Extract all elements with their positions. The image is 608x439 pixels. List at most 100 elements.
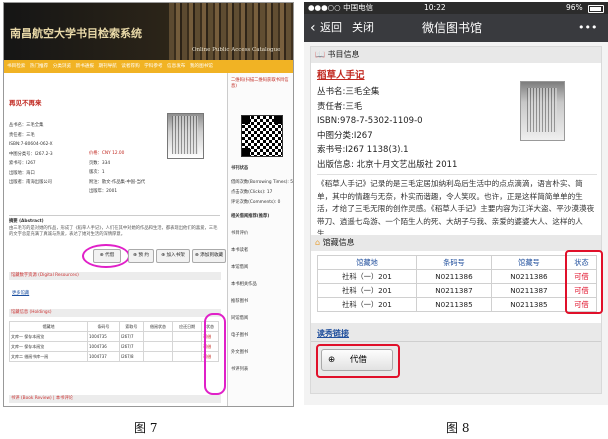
field-callno: 索书号:I267 1138(3).1 — [317, 145, 409, 155]
nav-item[interactable]: 书目检索 — [7, 64, 25, 69]
review-section-header: 书评 (Book Review) | 本书评论 — [9, 395, 221, 403]
opac-subtitle: Online Public Access Catalogue — [192, 47, 281, 53]
library-title: 南昌航空大学书目检索系统 — [10, 27, 142, 40]
meta-field: 附注：散文-作品集-中国-当代 — [89, 179, 146, 185]
meta-field: 出版年：2001 — [89, 189, 118, 194]
carrier-label: ●●●○○ 中国电信 — [308, 3, 374, 12]
close-button[interactable]: 关闭 — [352, 14, 374, 42]
duxiu-link[interactable]: 读秀链接 — [317, 328, 349, 339]
more-holdings-link[interactable]: 更多馆藏 — [12, 290, 29, 296]
figure-caption-left: 图 7 — [134, 421, 158, 435]
sidebar-link[interactable]: 书评列表 — [231, 366, 248, 372]
sidebar-link[interactable]: 本馆借阅 — [231, 264, 248, 270]
nav-item[interactable]: 新书通报 — [76, 64, 94, 69]
book-cover-image — [520, 81, 565, 141]
meta-left: 丛书名：三毛全集 责任者：三毛 ISBN:7-80604-062-X 中图分类号… — [9, 121, 53, 188]
add-favorite-button[interactable]: ⊕ 添加到收藏 — [192, 249, 226, 263]
table-row: 社科（一）201 N0211386 N0211386 可借 — [317, 269, 598, 284]
field-class: 中图分类:I267 — [317, 130, 373, 141]
meta-field: 丛书名：三毛全集 — [9, 123, 44, 128]
table-row: 文库二 借阅书库一阅 1004737 I267/8 可借 — [9, 351, 219, 362]
meta-right: 价格：CNY 12.00 页数：334 版次：1 附注：散文-作品集-中国-当代… — [89, 149, 145, 197]
sidebar-item: 借阅次数(Borrowing Times): 5 — [231, 180, 293, 185]
sidebar-link[interactable]: 本书相关作品 — [231, 281, 257, 287]
meta-field: 索书号：I267 — [9, 161, 36, 166]
table-header-row: 馆藏地 条码号 索取号 借阅状态 应还日期 状态 — [9, 321, 219, 332]
meta-field: 出版地：海口 — [9, 170, 35, 176]
sidebar-link[interactable]: 书目评价 — [231, 230, 248, 236]
meta-field: 中图分类号：I267.2-3 — [9, 151, 53, 157]
holdings-table: 馆藏地 条码号 索取号 借阅状态 应还日期 状态 文库一 保存本阅览 100473… — [9, 321, 219, 362]
field-isbn: ISBN:978-7-5302-1109-0 — [317, 116, 423, 126]
sidebar-link[interactable]: 本书读者 — [231, 247, 248, 253]
page-title: 微信图书馆 — [422, 21, 483, 35]
field-author: 责任者:三毛 — [317, 101, 363, 112]
abstract-label: 摘要 (Abstract) — [9, 219, 44, 224]
meta-field: 出版者：南海出版公司 — [9, 180, 52, 185]
back-button[interactable]: 返回 — [320, 14, 342, 42]
back-chevron-icon[interactable]: ‹ — [310, 14, 316, 42]
abstract-text: 由三毛写的是对她的作品，形成了《稻草人手记》，人们在其中对她的作品和生活，都表现… — [9, 226, 218, 237]
field-publisher: 出版信息: 北京十月文艺出版社 2011 — [317, 159, 458, 170]
library-banner: 南昌航空大学书目检索系统 Online Public Access Catalo… — [4, 3, 293, 60]
book-title[interactable]: 稻草人手记 — [317, 67, 365, 81]
meta-field: 页数：334 — [89, 160, 111, 166]
field-series: 丛书名:三毛全集 — [317, 87, 380, 97]
table-row: 文库一 保存本阅览 1004736 I267/7 可借 — [9, 341, 219, 352]
holdings-table: 馆藏地 条码号 馆藏号 状态 社科（一）201 N0211386 N0211386 可… — [317, 255, 598, 312]
sidebar-heading: 书刊状态 — [231, 166, 249, 171]
sidebar-item: 点击次数(Clicks): 17 — [231, 190, 273, 195]
holdings-section-header: 馆藏信息 (Holdings) — [9, 309, 221, 317]
summary-text: 《稻草人手记》记录的是三毛定居加纳利岛后生活中的点点滴滴，语言朴实、简单，其中的… — [317, 179, 595, 238]
info-section-header: 📖 书目信息 — [311, 47, 601, 63]
nav-item[interactable]: 读者荐购 — [121, 64, 139, 69]
opac-screenshot: 南昌航空大学书目检索系统 Online Public Access Catalo… — [3, 2, 294, 407]
nav-item[interactable]: 分类浏览 — [53, 64, 71, 69]
right-sidebar: 二维码(扫描二维码获取书目信息) 书刊状态 借阅次数(Borrowing Tim… — [227, 73, 293, 406]
qr-caption: 二维码(扫描二维码获取书目信息) — [231, 78, 289, 89]
house-icon: ⌂ — [315, 238, 321, 247]
title-bar: ‹ 返回 关闭 微信图书馆 ••• — [304, 14, 608, 42]
battery-level: 96% — [566, 3, 583, 12]
holdings-section-header: ⌂ 馆藏信息 — [311, 235, 601, 251]
nav-item[interactable]: 信息发布 — [167, 64, 185, 69]
book-cover-image — [167, 113, 204, 159]
meta-field: 版次：1 — [89, 170, 105, 175]
clock: 10:22 — [424, 3, 446, 12]
highlight-ring — [82, 244, 130, 268]
wechat-screenshot: ●●●○○ 中国电信 10:22 96% ‹ 返回 关闭 微信图书馆 ••• 📖… — [304, 2, 608, 405]
book-fields: 丛书名:三毛全集 责任者:三毛 ISBN:978-7-5302-1109-0 中… — [317, 85, 457, 172]
status-highlight-box — [565, 250, 603, 314]
detail-main: 再见不再来 丛书名：三毛全集 责任者：三毛 ISBN:7-80604-062-X… — [4, 73, 227, 406]
book-title: 再见不再来 — [9, 99, 42, 107]
main-nav: 书目检索 热门推荐 分类浏览 新书通报 期刊导航 读者荐购 学科参考 信息发布 … — [4, 60, 293, 73]
table-row: 社科（一）201 N0211387 N0211387 可借 — [317, 283, 598, 298]
table-row: 文库一 保存本阅览 1004735 I267/7 可借 — [9, 331, 219, 342]
sidebar-link[interactable]: 推荐图书 — [231, 298, 248, 304]
sidebar-item: 评论次数(Comments): 0 — [231, 200, 281, 205]
nav-item[interactable]: 学科参考 — [144, 64, 162, 69]
sidebar-heading: 相关借阅推荐(推荐) — [231, 214, 270, 219]
nav-item[interactable]: 热门推荐 — [30, 64, 48, 69]
nav-item[interactable]: 我的图书馆 — [190, 64, 213, 69]
add-shelf-button[interactable]: ⊕ 加入书架 — [156, 249, 190, 263]
battery-icon — [588, 5, 604, 13]
table-row: 社科（一）201 N0211385 N0211385 可借 — [317, 297, 598, 312]
content-card: 📖 书目信息 稻草人手记 丛书名:三毛全集 责任者:三毛 ISBN:978-7-… — [310, 46, 603, 394]
sidebar-link[interactable]: 外文图书 — [231, 349, 248, 355]
meta-field: ISBN:7-80604-062-X — [9, 142, 53, 147]
nav-item[interactable]: 期刊导航 — [98, 64, 116, 69]
reserve-button[interactable]: ⊕ 预 约 — [128, 249, 154, 263]
table-header-row: 馆藏地 条码号 馆藏号 状态 — [317, 255, 598, 270]
book-open-icon: 📖 — [315, 50, 325, 59]
digital-section-header: 馆藏数字资源 (Digital Resources) — [9, 272, 221, 280]
button-highlight-box — [316, 344, 400, 378]
figure-caption-right: 图 8 — [446, 421, 470, 435]
sidebar-link[interactable]: 同馆借阅 — [231, 315, 248, 321]
sidebar-link[interactable]: 电子图书 — [231, 332, 248, 338]
meta-field: 价格：CNY 12.00 — [89, 151, 125, 156]
qr-code-image — [241, 115, 283, 157]
more-menu-button[interactable]: ••• — [578, 14, 597, 42]
meta-field: 责任者：三毛 — [9, 132, 35, 138]
status-bar: ●●●○○ 中国电信 10:22 96% — [304, 2, 608, 14]
